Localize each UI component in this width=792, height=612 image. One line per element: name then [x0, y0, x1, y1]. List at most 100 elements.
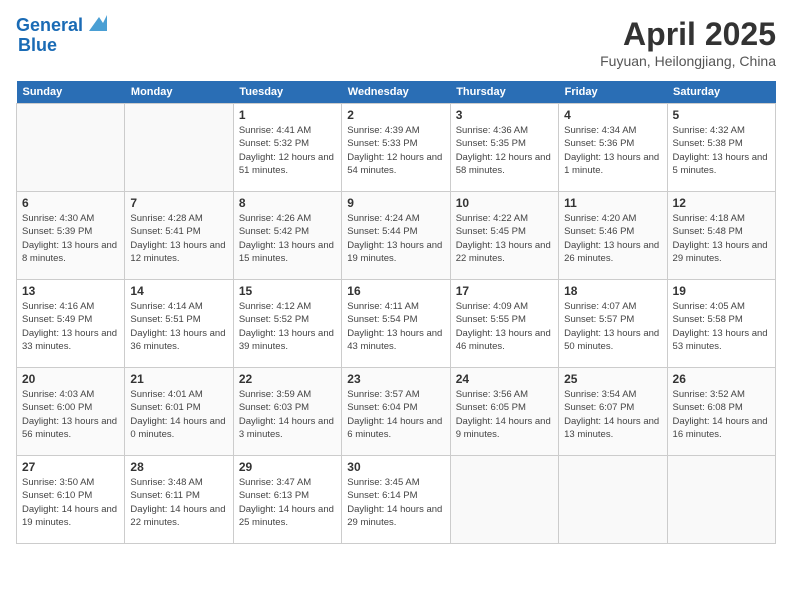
- day-info: Sunrise: 3:59 AM Sunset: 6:03 PM Dayligh…: [239, 388, 336, 441]
- day-number: 26: [673, 372, 770, 386]
- calendar-cell: 18 Sunrise: 4:07 AM Sunset: 5:57 PM Dayli…: [559, 280, 667, 368]
- day-number: 3: [456, 108, 553, 122]
- day-info: Sunrise: 4:28 AM Sunset: 5:41 PM Dayligh…: [130, 212, 227, 265]
- day-header-friday: Friday: [559, 81, 667, 104]
- day-info: Sunrise: 3:52 AM Sunset: 6:08 PM Dayligh…: [673, 388, 770, 441]
- calendar-cell: 27 Sunrise: 3:50 AM Sunset: 6:10 PM Dayli…: [17, 456, 125, 544]
- header-row: SundayMondayTuesdayWednesdayThursdayFrid…: [17, 81, 776, 104]
- calendar-cell: 15Sunrise: 4:12 AM Sunset: 5:52 PM Dayli…: [233, 280, 341, 368]
- calendar-cell: 3 Sunrise: 4:36 AM Sunset: 5:35 PM Daylig…: [450, 104, 558, 192]
- day-number: 9: [347, 196, 444, 210]
- page-header: General Blue April 2025 Fuyuan, Heilongj…: [16, 16, 776, 69]
- day-number: 28: [130, 460, 227, 474]
- calendar-body: 1 Sunrise: 4:41 AM Sunset: 5:32 PM Daylig…: [17, 104, 776, 544]
- calendar-cell: 21 Sunrise: 4:01 AM Sunset: 6:01 PM Dayli…: [125, 368, 233, 456]
- calendar-cell: 25Sunrise: 3:54 AM Sunset: 6:07 PM Dayli…: [559, 368, 667, 456]
- day-info: Sunrise: 4:24 AM Sunset: 5:44 PM Dayligh…: [347, 212, 444, 265]
- day-number: 8: [239, 196, 336, 210]
- calendar-cell: 11 Sunrise: 4:20 AM Sunset: 5:46 PM Dayli…: [559, 192, 667, 280]
- day-number: 22: [239, 372, 336, 386]
- calendar-cell: 29Sunrise: 3:47 AM Sunset: 6:13 PM Dayli…: [233, 456, 341, 544]
- day-number: 18: [564, 284, 661, 298]
- week-row-1: 1 Sunrise: 4:41 AM Sunset: 5:32 PM Daylig…: [17, 104, 776, 192]
- calendar-cell: [125, 104, 233, 192]
- week-row-5: 27 Sunrise: 3:50 AM Sunset: 6:10 PM Dayli…: [17, 456, 776, 544]
- day-info: Sunrise: 4:03 AM Sunset: 6:00 PM Dayligh…: [22, 388, 119, 441]
- calendar-subtitle: Fuyuan, Heilongjiang, China: [600, 53, 776, 69]
- day-info: Sunrise: 4:01 AM Sunset: 6:01 PM Dayligh…: [130, 388, 227, 441]
- day-number: 21: [130, 372, 227, 386]
- calendar-cell: 6Sunrise: 4:30 AM Sunset: 5:39 PM Daylig…: [17, 192, 125, 280]
- day-info: Sunrise: 4:30 AM Sunset: 5:39 PM Dayligh…: [22, 212, 119, 265]
- day-info: Sunrise: 3:50 AM Sunset: 6:10 PM Dayligh…: [22, 476, 119, 529]
- day-number: 4: [564, 108, 661, 122]
- day-number: 12: [673, 196, 770, 210]
- calendar-cell: [667, 456, 775, 544]
- day-info: Sunrise: 4:18 AM Sunset: 5:48 PM Dayligh…: [673, 212, 770, 265]
- day-number: 10: [456, 196, 553, 210]
- day-info: Sunrise: 4:26 AM Sunset: 5:42 PM Dayligh…: [239, 212, 336, 265]
- day-info: Sunrise: 4:32 AM Sunset: 5:38 PM Dayligh…: [673, 124, 770, 177]
- calendar-cell: 7 Sunrise: 4:28 AM Sunset: 5:41 PM Daylig…: [125, 192, 233, 280]
- day-number: 27: [22, 460, 119, 474]
- logo-text-line2: Blue: [18, 35, 57, 55]
- calendar-cell: [17, 104, 125, 192]
- calendar-cell: 14Sunrise: 4:14 AM Sunset: 5:51 PM Dayli…: [125, 280, 233, 368]
- day-info: Sunrise: 3:48 AM Sunset: 6:11 PM Dayligh…: [130, 476, 227, 529]
- day-number: 13: [22, 284, 119, 298]
- day-info: Sunrise: 4:20 AM Sunset: 5:46 PM Dayligh…: [564, 212, 661, 265]
- day-info: Sunrise: 4:11 AM Sunset: 5:54 PM Dayligh…: [347, 300, 444, 353]
- calendar-cell: 2 Sunrise: 4:39 AM Sunset: 5:33 PM Daylig…: [342, 104, 450, 192]
- day-info: Sunrise: 4:39 AM Sunset: 5:33 PM Dayligh…: [347, 124, 444, 177]
- week-row-3: 13 Sunrise: 4:16 AM Sunset: 5:49 PM Dayli…: [17, 280, 776, 368]
- day-number: 30: [347, 460, 444, 474]
- calendar-cell: 5Sunrise: 4:32 AM Sunset: 5:38 PM Daylig…: [667, 104, 775, 192]
- calendar-cell: 22 Sunrise: 3:59 AM Sunset: 6:03 PM Dayli…: [233, 368, 341, 456]
- day-number: 29: [239, 460, 336, 474]
- calendar-cell: 4 Sunrise: 4:34 AM Sunset: 5:36 PM Daylig…: [559, 104, 667, 192]
- day-number: 19: [673, 284, 770, 298]
- day-number: 15: [239, 284, 336, 298]
- day-info: Sunrise: 4:22 AM Sunset: 5:45 PM Dayligh…: [456, 212, 553, 265]
- day-number: 24: [456, 372, 553, 386]
- day-number: 25: [564, 372, 661, 386]
- calendar-cell: 28 Sunrise: 3:48 AM Sunset: 6:11 PM Dayli…: [125, 456, 233, 544]
- day-number: 11: [564, 196, 661, 210]
- day-info: Sunrise: 4:16 AM Sunset: 5:49 PM Dayligh…: [22, 300, 119, 353]
- calendar-cell: [450, 456, 558, 544]
- day-number: 17: [456, 284, 553, 298]
- day-info: Sunrise: 4:36 AM Sunset: 5:35 PM Dayligh…: [456, 124, 553, 177]
- day-header-saturday: Saturday: [667, 81, 775, 104]
- day-header-sunday: Sunday: [17, 81, 125, 104]
- calendar-cell: 17 Sunrise: 4:09 AM Sunset: 5:55 PM Dayli…: [450, 280, 558, 368]
- calendar-title: April 2025: [600, 16, 776, 53]
- day-header-monday: Monday: [125, 81, 233, 104]
- calendar-cell: 13 Sunrise: 4:16 AM Sunset: 5:49 PM Dayli…: [17, 280, 125, 368]
- calendar-cell: 8 Sunrise: 4:26 AM Sunset: 5:42 PM Daylig…: [233, 192, 341, 280]
- calendar-table: SundayMondayTuesdayWednesdayThursdayFrid…: [16, 81, 776, 544]
- day-header-tuesday: Tuesday: [233, 81, 341, 104]
- day-number: 23: [347, 372, 444, 386]
- day-number: 2: [347, 108, 444, 122]
- calendar-cell: 9 Sunrise: 4:24 AM Sunset: 5:44 PM Daylig…: [342, 192, 450, 280]
- day-info: Sunrise: 3:57 AM Sunset: 6:04 PM Dayligh…: [347, 388, 444, 441]
- calendar-cell: 1 Sunrise: 4:41 AM Sunset: 5:32 PM Daylig…: [233, 104, 341, 192]
- logo: General Blue: [16, 16, 107, 56]
- logo-bird-icon: [85, 13, 107, 35]
- calendar-cell: [559, 456, 667, 544]
- calendar-cell: 19 Sunrise: 4:05 AM Sunset: 5:58 PM Dayli…: [667, 280, 775, 368]
- logo-text-line1: General: [16, 16, 83, 36]
- day-info: Sunrise: 3:56 AM Sunset: 6:05 PM Dayligh…: [456, 388, 553, 441]
- day-info: Sunrise: 3:45 AM Sunset: 6:14 PM Dayligh…: [347, 476, 444, 529]
- day-number: 7: [130, 196, 227, 210]
- day-number: 1: [239, 108, 336, 122]
- week-row-2: 6Sunrise: 4:30 AM Sunset: 5:39 PM Daylig…: [17, 192, 776, 280]
- calendar-cell: 24 Sunrise: 3:56 AM Sunset: 6:05 PM Dayli…: [450, 368, 558, 456]
- day-info: Sunrise: 4:07 AM Sunset: 5:57 PM Dayligh…: [564, 300, 661, 353]
- day-info: Sunrise: 4:09 AM Sunset: 5:55 PM Dayligh…: [456, 300, 553, 353]
- day-number: 16: [347, 284, 444, 298]
- day-info: Sunrise: 4:41 AM Sunset: 5:32 PM Dayligh…: [239, 124, 336, 177]
- day-info: Sunrise: 4:05 AM Sunset: 5:58 PM Dayligh…: [673, 300, 770, 353]
- calendar-cell: 12 Sunrise: 4:18 AM Sunset: 5:48 PM Dayli…: [667, 192, 775, 280]
- day-info: Sunrise: 4:34 AM Sunset: 5:36 PM Dayligh…: [564, 124, 661, 177]
